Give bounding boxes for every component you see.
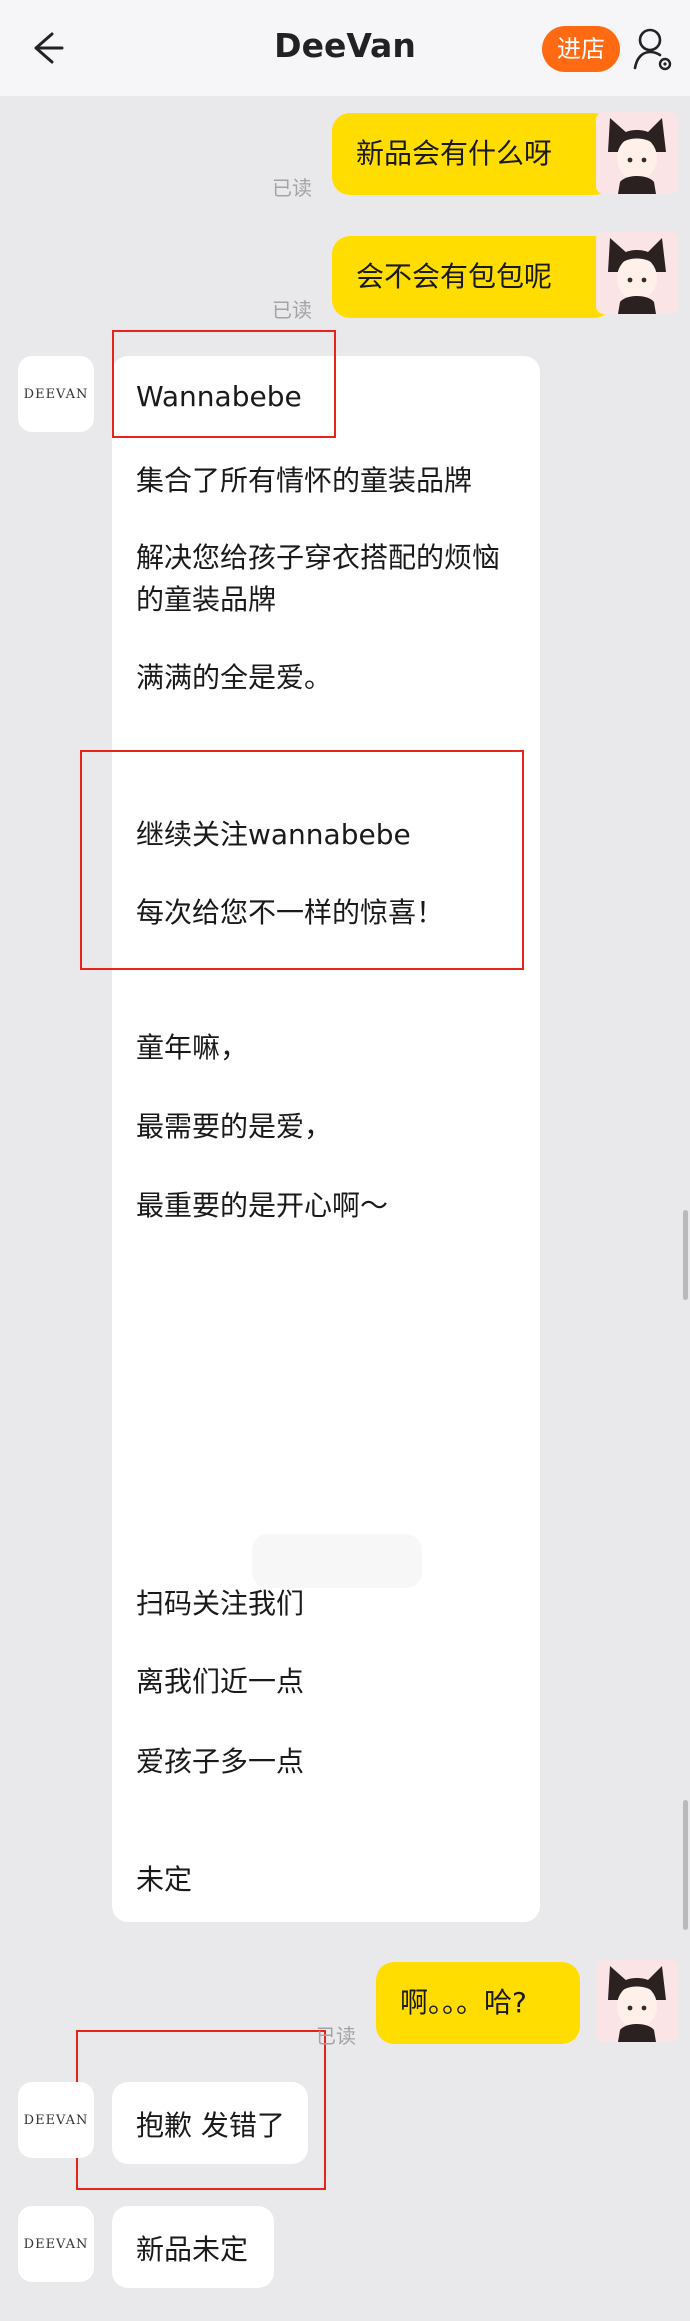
- received-message-bubble[interactable]: Wannabebe 集合了所有情怀的童装品牌 解决您给孩子穿衣搭配的烦恼 的童装…: [112, 356, 540, 1922]
- received-message-bubble[interactable]: 抱歉 发错了: [112, 2082, 308, 2164]
- shop-avatar[interactable]: DEEVAN: [18, 2082, 94, 2158]
- read-status: 已读: [316, 2024, 356, 2048]
- cat-girl-avatar-icon: [596, 1960, 678, 2042]
- top-bar: DeeVan 进店: [0, 0, 690, 96]
- message-line: 未定: [136, 1863, 193, 1896]
- user-avatar[interactable]: [596, 1960, 678, 2042]
- cat-girl-avatar-icon: [596, 232, 678, 314]
- user-settings-icon[interactable]: [632, 26, 674, 74]
- scrollbar[interactable]: [683, 1210, 688, 1300]
- blurred-qr-area: [252, 1534, 422, 1588]
- message-line: 的童装品牌: [136, 583, 277, 616]
- shop-avatar[interactable]: DEEVAN: [18, 356, 94, 432]
- sent-message-bubble[interactable]: 会不会有包包呢: [332, 236, 612, 318]
- message-line: 扫码关注我们: [136, 1587, 305, 1620]
- highlight-box: [112, 330, 336, 438]
- message-line: 最重要的是开心啊～: [136, 1189, 389, 1222]
- enter-store-button[interactable]: 进店: [542, 26, 620, 72]
- sent-message-bubble[interactable]: 啊。。。哈?: [376, 1962, 580, 2044]
- message-line: 满满的全是爱。: [136, 661, 333, 694]
- message-line: 童年嘛，: [136, 1031, 249, 1064]
- received-message-bubble[interactable]: 新品未定: [112, 2206, 274, 2288]
- message-line: 集合了所有情怀的童装品牌: [136, 464, 473, 497]
- message-line: 最需要的是爱，: [136, 1110, 333, 1143]
- sent-message-bubble[interactable]: 新品会有什么呀: [332, 113, 612, 195]
- highlight-box: [80, 750, 524, 970]
- message-line: 爱孩子多一点: [136, 1745, 305, 1778]
- message-line: 解决您给孩子穿衣搭配的烦恼: [136, 541, 501, 574]
- user-avatar[interactable]: [596, 232, 678, 314]
- cat-girl-avatar-icon: [596, 112, 678, 194]
- message-text: 抱歉 发错了: [136, 2109, 285, 2142]
- message-text: 新品未定: [136, 2233, 249, 2266]
- message-line: 离我们近一点: [136, 1665, 305, 1698]
- user-avatar[interactable]: [596, 112, 678, 194]
- scrollbar[interactable]: [683, 1800, 688, 1930]
- read-status: 已读: [272, 298, 312, 322]
- read-status: 已读: [272, 176, 312, 200]
- shop-avatar[interactable]: DEEVAN: [18, 2206, 94, 2282]
